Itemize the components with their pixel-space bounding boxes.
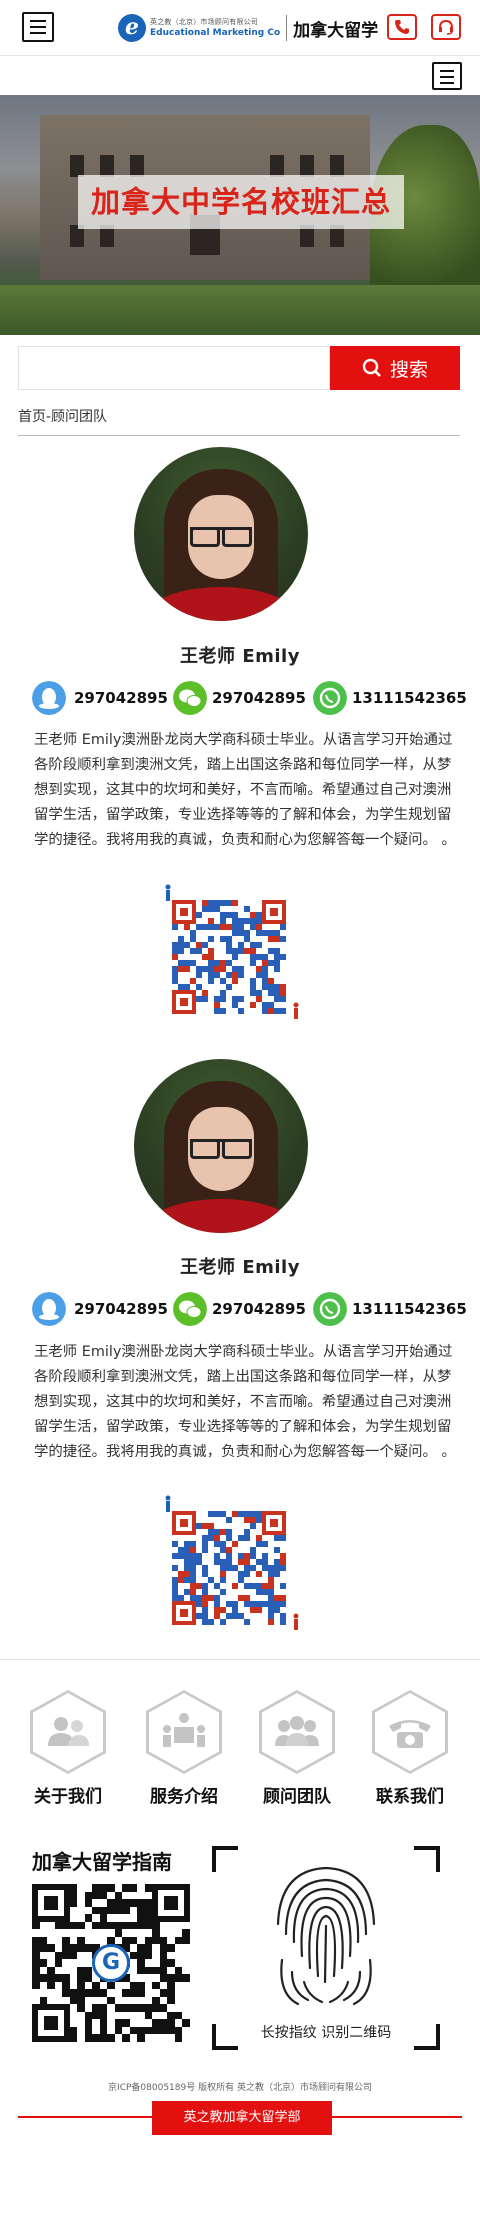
logo-e-icon: e (118, 14, 146, 42)
wechat-number[interactable]: 297042895 (212, 1300, 306, 1318)
breadcrumb: 首页-顾问团队 (18, 409, 108, 425)
phone-icon (395, 20, 409, 34)
footer-nav-team[interactable]: 顾问团队 (257, 1690, 337, 1807)
wechat-number[interactable]: 297042895 (212, 689, 306, 707)
footer-nav-label: 关于我们 (34, 1787, 102, 1807)
advisor-bio: 王老师 Emily澳洲卧龙岗大学商科硕士毕业。从语言学习开始通过各阶段顺利拿到澳… (34, 1344, 456, 1460)
top-header: e 英之教（北京）市场顾问有限公司 Educational Marketing … (0, 0, 480, 56)
phone-number[interactable]: 13111542365 (352, 1300, 467, 1318)
phone-button[interactable] (387, 14, 417, 40)
qq-icon (32, 681, 66, 715)
section-divider (0, 1659, 480, 1660)
banner-title: 加拿大中学名校班汇总 (78, 175, 404, 229)
footer-nav-contact[interactable]: 联系我们 (370, 1690, 450, 1807)
person-icon (293, 1613, 299, 1630)
advisor-qr-code (164, 884, 300, 1020)
customer-service-button[interactable] (431, 14, 461, 40)
phone-number[interactable]: 13111542365 (352, 689, 467, 707)
whatsapp-icon (313, 1292, 347, 1326)
advisor-name: 王老师 Emily (180, 646, 300, 667)
scan-instruction: 长按指纹 识别二维码 (260, 2025, 392, 2041)
advisor-photo (134, 447, 308, 621)
footer-department-button[interactable]: 英之教加拿大留学部 (152, 2101, 332, 2135)
person-icon (293, 1002, 299, 1019)
advisor-contacts: 297042895 297042895 13111542365 (18, 1292, 467, 1326)
guide-title: 加拿大留学指南 (32, 1850, 172, 1874)
advisor-name: 王老师 Emily (180, 1257, 300, 1278)
people-icon (48, 1717, 89, 1746)
person-icon (165, 884, 171, 901)
icp-copyright: 京ICP备08005189号 版权所有 英之教（北京）市场顾问有限公司 (108, 2083, 372, 2093)
search-icon (362, 358, 381, 377)
footer-nav-services[interactable]: 服务介绍 (144, 1690, 224, 1807)
advisor-photo (134, 1059, 308, 1233)
logo-divider (286, 15, 288, 41)
qq-icon (32, 1292, 66, 1326)
logo-company-cn: 英之教（北京）市场顾问有限公司 (150, 17, 258, 26)
wechat-icon (173, 1292, 207, 1326)
qq-number[interactable]: 297042895 (74, 1300, 168, 1318)
footer-nav-about[interactable]: 关于我们 (28, 1690, 108, 1807)
qq-number[interactable]: 297042895 (74, 689, 168, 707)
footer-nav-label: 顾问团队 (263, 1787, 331, 1807)
advisor-qr-code (164, 1495, 300, 1631)
meeting-icon (163, 1713, 205, 1747)
banner: 加拿大中学名校班汇总 (0, 95, 480, 335)
fingerprint-icon (276, 1866, 376, 2006)
divider (18, 435, 460, 436)
person-icon (165, 1495, 171, 1512)
footer-nav-label: 服务介绍 (150, 1787, 218, 1807)
search-button-label: 搜索 (389, 358, 428, 381)
search-input[interactable] (18, 346, 330, 390)
qr-logo-icon: G (92, 1944, 130, 1982)
team-icon (275, 1716, 319, 1746)
wechat-icon (173, 681, 207, 715)
logo-company-en: Educational Marketing Co (150, 27, 281, 38)
site-logo[interactable]: e 英之教（北京）市场顾问有限公司 Educational Marketing … (118, 11, 378, 45)
menu-icon[interactable] (22, 12, 54, 42)
logo-site-name: 加拿大留学 (293, 20, 379, 41)
whatsapp-icon (313, 681, 347, 715)
footer-nav-label: 联系我们 (376, 1787, 444, 1807)
search-button[interactable]: 搜索 (330, 346, 460, 390)
guide-qr-code: G (32, 1884, 190, 2042)
headset-icon (439, 19, 453, 35)
advisor-bio: 王老师 Emily澳洲卧龙岗大学商科硕士毕业。从语言学习开始通过各阶段顺利拿到澳… (34, 732, 456, 848)
advisor-contacts: 297042895 297042895 13111542365 (18, 681, 467, 715)
secondary-menu-icon[interactable] (432, 62, 462, 90)
telephone-icon (389, 1720, 431, 1748)
fingerprint-scan-area[interactable]: 长按指纹 识别二维码 (212, 1846, 440, 2050)
